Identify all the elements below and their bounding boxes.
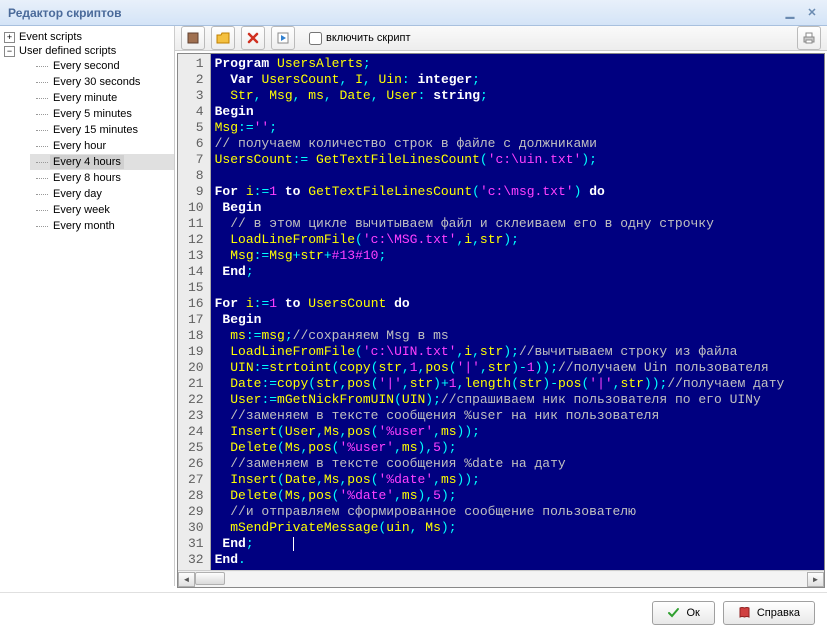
print-icon xyxy=(802,31,816,45)
folder-icon xyxy=(216,31,230,45)
print-button[interactable] xyxy=(797,26,821,50)
delete-button[interactable] xyxy=(241,26,265,50)
sidebar: +Event scripts−User defined scriptsEvery… xyxy=(0,26,175,586)
expand-icon[interactable]: + xyxy=(4,32,15,43)
tree-leaf-label: Every 15 minutes xyxy=(50,123,141,137)
window-title: Редактор скриптов xyxy=(8,6,121,20)
tree-node-label: Event scripts xyxy=(19,31,82,43)
tree-leaf[interactable]: Every 30 seconds xyxy=(30,74,174,90)
tree-node[interactable]: + Event scripts xyxy=(0,30,174,44)
delete-icon xyxy=(246,31,260,45)
tree-leaf[interactable]: Every 8 hours xyxy=(30,170,174,186)
scroll-track[interactable] xyxy=(195,572,807,587)
scroll-right-button[interactable]: ► xyxy=(807,572,824,587)
minimize-button[interactable]: ▁ xyxy=(783,6,797,20)
tree-leaf-label: Every 4 hours xyxy=(50,155,124,169)
help-button[interactable]: Справка xyxy=(723,601,815,625)
check-icon xyxy=(667,606,680,619)
enable-script-input[interactable] xyxy=(309,32,322,45)
line-gutter: 1234567891011121314151617181920212223242… xyxy=(178,54,211,570)
help-label: Справка xyxy=(757,607,800,619)
ok-button[interactable]: Ок xyxy=(652,601,714,625)
ok-label: Ок xyxy=(686,607,699,619)
open-button[interactable] xyxy=(211,26,235,50)
tree-leaf-label: Every month xyxy=(50,219,118,233)
code-area[interactable]: Program UsersAlerts; Var UsersCount, I, … xyxy=(211,54,824,570)
book-icon xyxy=(738,606,751,619)
tree-node-label: User defined scripts xyxy=(19,45,116,57)
tree-leaf[interactable]: Every week xyxy=(30,202,174,218)
stop-icon xyxy=(186,31,200,45)
titlebar: Редактор скриптов ▁ ✕ xyxy=(0,0,827,26)
tree-leaf[interactable]: Every day xyxy=(30,186,174,202)
code-editor[interactable]: 1234567891011121314151617181920212223242… xyxy=(177,53,825,588)
run-icon xyxy=(276,31,290,45)
tree-leaf[interactable]: Every 4 hours xyxy=(30,154,174,170)
tree-node[interactable]: −User defined scripts xyxy=(0,44,174,58)
tree-leaf-label: Every hour xyxy=(50,139,109,153)
tree-leaf[interactable]: Every 5 minutes xyxy=(30,106,174,122)
scroll-thumb[interactable] xyxy=(195,572,225,585)
run-button[interactable] xyxy=(271,26,295,50)
close-button[interactable]: ✕ xyxy=(805,6,819,20)
collapse-icon[interactable]: − xyxy=(4,46,15,57)
tree-leaf-label: Every 8 hours xyxy=(50,171,124,185)
tree-leaf-label: Every second xyxy=(50,59,123,73)
tree-leaf-label: Every 5 minutes xyxy=(50,107,135,121)
enable-script-label: включить скрипт xyxy=(326,32,410,44)
enable-script-checkbox[interactable]: включить скрипт xyxy=(309,32,410,45)
tree-leaf-label: Every 30 seconds xyxy=(50,75,143,89)
tree-leaf[interactable]: Every minute xyxy=(30,90,174,106)
footer: Ок Справка xyxy=(0,592,827,632)
tree-leaf[interactable]: Every hour xyxy=(30,138,174,154)
tree-leaf[interactable]: Every month xyxy=(30,218,174,234)
tree-leaf-label: Every week xyxy=(50,203,113,217)
tree-leaf[interactable]: Every 15 minutes xyxy=(30,122,174,138)
scroll-left-button[interactable]: ◄ xyxy=(178,572,195,587)
stop-button[interactable] xyxy=(181,26,205,50)
tree-leaf-label: Every day xyxy=(50,187,105,201)
horizontal-scrollbar[interactable]: ◄ ► xyxy=(178,570,824,587)
toolbar: включить скрипт xyxy=(175,26,827,51)
tree-leaf-label: Every minute xyxy=(50,91,120,105)
tree-leaf[interactable]: Every second xyxy=(30,58,174,74)
